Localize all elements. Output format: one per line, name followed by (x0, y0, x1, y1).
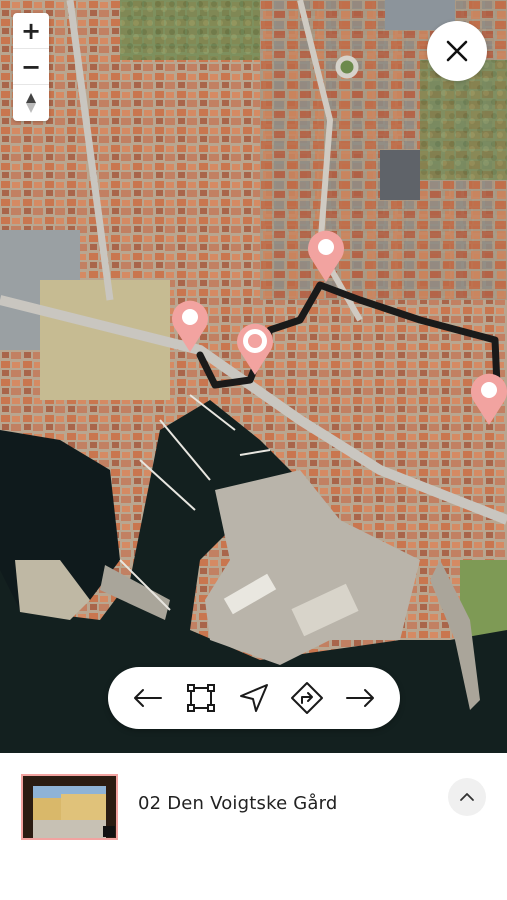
compass-button[interactable] (13, 85, 49, 121)
fit-bounds-icon (187, 684, 216, 712)
zoom-out-button[interactable]: − (13, 49, 49, 85)
map-pin-2[interactable] (170, 300, 210, 358)
close-icon (446, 40, 468, 62)
location-pin-icon (308, 230, 344, 282)
next-stop-button[interactable] (340, 678, 380, 718)
map-pin-current[interactable] (235, 323, 275, 381)
route-toolbar (108, 667, 400, 729)
fit-route-button[interactable] (181, 678, 221, 718)
stop-info-panel: 02 Den Voigtske Gård (0, 753, 507, 900)
stop-thumbnail[interactable] (21, 774, 118, 840)
arrow-left-icon (134, 689, 163, 707)
stop-title: 02 Den Voigtske Gård (138, 793, 338, 814)
active-location-pin-icon (237, 323, 273, 375)
location-pin-icon (471, 373, 507, 425)
expand-panel-button[interactable] (448, 778, 486, 816)
map-pin-1[interactable] (306, 230, 346, 288)
previous-stop-button[interactable] (128, 678, 168, 718)
courtyard-photo (23, 776, 116, 838)
chevron-up-icon (460, 793, 474, 801)
compass-north-icon (26, 93, 36, 113)
navigate-icon (239, 684, 268, 712)
location-pin-icon (172, 300, 208, 352)
directions-button[interactable] (287, 678, 327, 718)
directions-icon (290, 682, 323, 714)
zoom-control: + − (13, 13, 49, 121)
zoom-in-button[interactable]: + (13, 13, 49, 49)
close-button[interactable] (427, 21, 487, 81)
map-view[interactable]: + − (0, 0, 507, 753)
locate-me-button[interactable] (234, 678, 274, 718)
map-pin-3[interactable] (469, 373, 507, 431)
arrow-right-icon (345, 689, 374, 707)
